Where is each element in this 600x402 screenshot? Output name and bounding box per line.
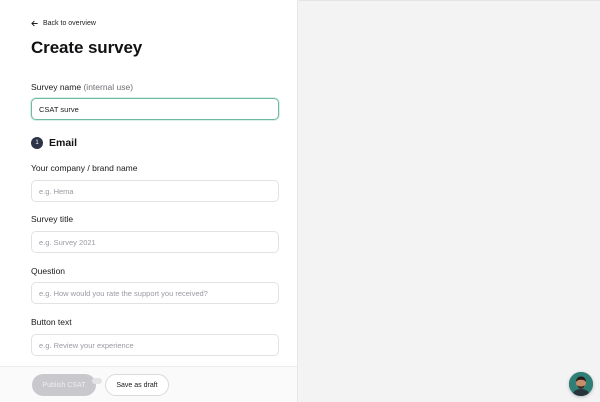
survey-name-hint: (internal use): [83, 82, 134, 92]
support-chat-avatar[interactable]: [569, 372, 593, 396]
brand-name-input[interactable]: [31, 180, 279, 202]
survey-title-input[interactable]: [31, 231, 279, 253]
survey-title-label: Survey title: [31, 214, 74, 224]
step-number-badge: 1: [31, 137, 43, 149]
back-to-overview-link[interactable]: Back to overview: [31, 17, 96, 29]
survey-form-panel: Back to overview Create survey Survey na…: [0, 0, 298, 402]
arrow-left-icon: [31, 20, 38, 27]
button-text-input[interactable]: [31, 334, 279, 356]
button-text-label: Button text: [31, 317, 72, 327]
email-section-header: 1 Email: [31, 137, 77, 149]
question-input[interactable]: [31, 282, 279, 304]
page-title: Create survey: [31, 38, 143, 57]
survey-name-input[interactable]: [31, 98, 279, 120]
survey-name-label-text: Survey name: [31, 82, 82, 92]
email-section-title: Email: [49, 137, 78, 149]
preview-panel: [299, 0, 600, 402]
cursor-ghost: [92, 378, 102, 384]
survey-name-label: Survey name (internal use): [31, 82, 133, 92]
brand-name-label: Your company / brand name: [31, 163, 138, 173]
back-link-label: Back to overview: [43, 19, 96, 27]
support-avatar-icon: [569, 372, 593, 396]
question-label: Question: [31, 266, 66, 276]
publish-csat-button[interactable]: Publish CSAT: [32, 374, 96, 396]
save-as-draft-button[interactable]: Save as draft: [105, 374, 169, 396]
